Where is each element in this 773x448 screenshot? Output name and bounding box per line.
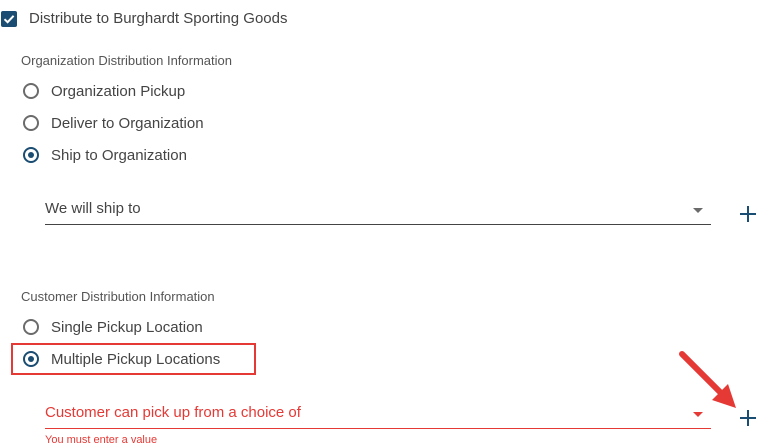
radio-label: Organization Pickup <box>51 82 186 100</box>
arrow-icon <box>679 351 736 408</box>
radio-button[interactable] <box>23 147 39 163</box>
customer-section-title: Customer Distribution Information <box>21 289 215 304</box>
radio-label: Single Pickup Location <box>51 318 203 336</box>
radio-label: Deliver to Organization <box>51 114 204 132</box>
annotation-highlight-box <box>11 343 256 375</box>
radio-button[interactable] <box>23 115 39 131</box>
add-ship-location-button[interactable] <box>740 206 756 222</box>
customer-pickup-select-placeholder: Customer can pick up from a choice of <box>45 404 301 421</box>
distribute-checkbox[interactable] <box>1 11 17 27</box>
ship-to-select[interactable]: We will ship to <box>45 196 711 225</box>
radio-single-pickup-location[interactable]: Single Pickup Location <box>23 316 203 338</box>
ship-to-select-placeholder: We will ship to <box>45 200 141 217</box>
radio-ship-to-organization[interactable]: Ship to Organization <box>23 144 187 166</box>
radio-button[interactable] <box>23 319 39 335</box>
radio-label: Ship to Organization <box>51 146 187 164</box>
radio-deliver-to-organization[interactable]: Deliver to Organization <box>23 112 204 134</box>
caret-down-icon[interactable] <box>693 208 703 213</box>
org-section-title: Organization Distribution Information <box>21 53 232 68</box>
radio-organization-pickup[interactable]: Organization Pickup <box>23 80 185 102</box>
customer-pickup-select[interactable]: Customer can pick up from a choice of <box>45 400 711 429</box>
check-icon <box>3 15 15 24</box>
distribute-label: Distribute to Burghardt Sporting Goods <box>29 10 288 27</box>
error-message: You must enter a value <box>45 434 158 446</box>
radio-button[interactable] <box>23 83 39 99</box>
